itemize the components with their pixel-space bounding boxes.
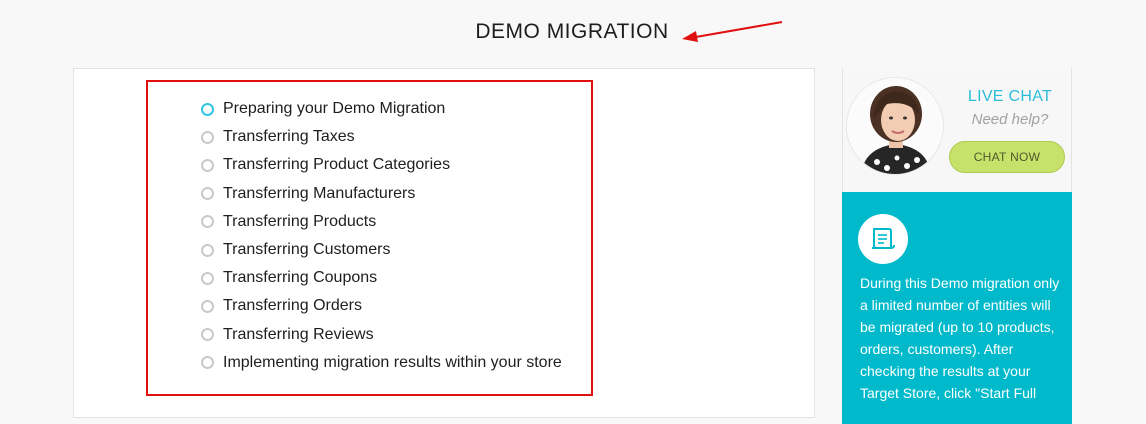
step-status-active-icon [201,102,214,116]
page-title: DEMO MIGRATION [475,20,669,43]
migration-step: Transferring Orders [201,292,562,320]
migration-step: Transferring Manufacturers [201,180,562,208]
step-label: Transferring Orders [223,297,362,315]
step-label: Transferring Products [223,212,377,230]
step-status-pending-icon [201,130,214,144]
step-label: Preparing your Demo Migration [223,100,446,118]
chat-now-button[interactable]: CHAT NOW [949,141,1065,173]
migration-steps-list: Preparing your Demo Migration Transferri… [201,95,562,377]
step-label: Transferring Reviews [223,325,374,343]
step-label: Implementing migration results within yo… [223,353,562,371]
migration-progress-panel: Preparing your Demo Migration Transferri… [73,68,815,418]
migration-step: Preparing your Demo Migration [201,95,562,123]
migration-step: Transferring Taxes [201,123,562,151]
demo-info-panel: During this Demo migration only a limite… [842,192,1072,424]
step-label: Transferring Customers [223,241,391,259]
migration-step: Transferring Product Categories [201,151,562,179]
migration-step: Transferring Reviews [201,321,562,349]
step-label: Transferring Coupons [223,269,378,287]
step-status-pending-icon [201,271,214,285]
migration-step: Transferring Products [201,208,562,236]
step-status-pending-icon [201,187,214,201]
live-chat-title: LIVE CHAT [967,88,1053,105]
live-chat-widget: LIVE CHAT Need help? CHAT NOW [842,68,1072,192]
support-agent-avatar [846,77,944,175]
step-status-pending-icon [201,299,214,313]
step-status-pending-icon [201,158,214,172]
step-status-pending-icon [201,356,214,370]
migration-step: Implementing migration results within yo… [201,349,562,377]
step-status-pending-icon [201,328,214,342]
step-status-pending-icon [201,215,214,229]
need-help-text: Need help? [971,111,1049,128]
annotation-arrow [682,21,783,42]
migration-step: Transferring Customers [201,236,562,264]
step-label: Transferring Manufacturers [223,184,416,202]
migration-step: Transferring Coupons [201,264,562,292]
demo-info-text: During this Demo migration only a limite… [860,275,1060,401]
step-status-pending-icon [201,243,214,257]
step-label: Transferring Taxes [223,128,355,146]
document-scroll-icon [858,214,908,264]
step-label: Transferring Product Categories [223,156,451,174]
